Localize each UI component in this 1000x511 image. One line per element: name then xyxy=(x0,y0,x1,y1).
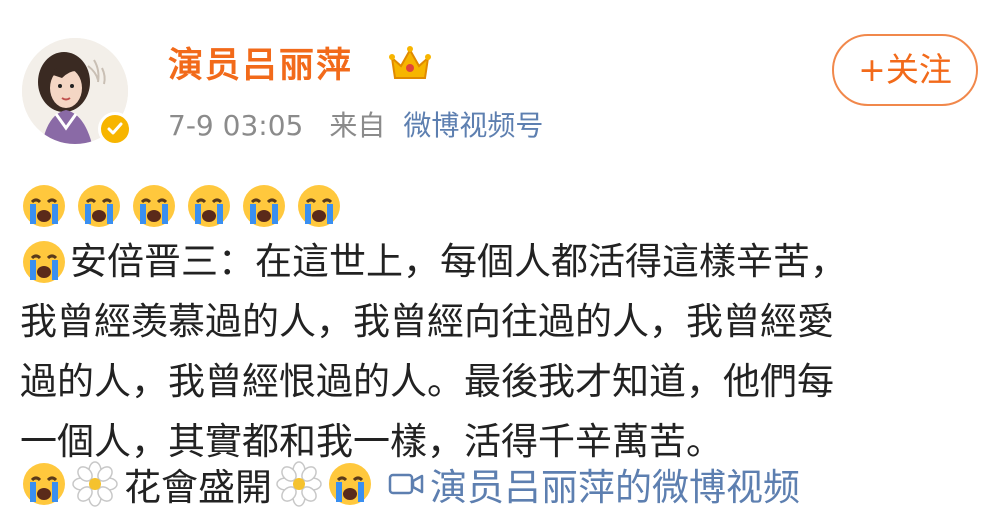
crown-icon xyxy=(389,46,431,79)
post-meta: 7-9 03:05 来自 微博视频号 xyxy=(168,106,543,146)
follow-button[interactable]: +关注 xyxy=(832,34,978,106)
post-timestamp: 7-9 03:05 xyxy=(168,109,304,142)
crying-face-icon xyxy=(243,185,285,227)
video-link-label: 演员吕丽萍的微博视频 xyxy=(430,466,800,509)
verified-badge-icon xyxy=(98,112,132,146)
white-flower-icon xyxy=(72,461,118,507)
source-prefix: 来自 xyxy=(329,109,386,142)
crying-face-icon xyxy=(23,185,65,227)
tag-text: 花會盛開 xyxy=(124,466,272,509)
user-name[interactable]: 演员吕丽萍 xyxy=(168,42,353,90)
post-line: 過的人，我曾經恨過的人。最後我才知道，他們每 xyxy=(20,360,834,403)
crying-face-icon xyxy=(23,241,65,283)
source-link[interactable]: 微博视频号 xyxy=(403,109,543,142)
video-link[interactable]: 演员吕丽萍的微博视频 xyxy=(388,457,800,511)
crying-face-icon xyxy=(23,463,65,505)
crying-face-icon xyxy=(78,185,120,227)
crying-face-icon xyxy=(188,185,230,227)
post-line-text: 安倍晋三：在這世上，每個人都活得這樣辛苦， xyxy=(70,240,847,283)
crying-face-icon xyxy=(133,185,175,227)
crying-face-icon xyxy=(329,463,371,505)
post-line: 安倍晋三：在這世上，每個人都活得這樣辛苦， xyxy=(20,232,980,292)
post-line: 我曾經羡慕過的人，我曾經向往過的人，我曾經愛 xyxy=(20,300,834,343)
video-camera-icon xyxy=(388,473,424,495)
post-text: 安倍晋三：在這世上，每個人都活得這樣辛苦， 我曾經羡慕過的人，我曾經向往過的人，… xyxy=(20,232,980,472)
white-flower-icon xyxy=(276,461,322,507)
bottom-row: 花會盛開 演员吕丽萍的微博视频 xyxy=(20,457,800,511)
crying-face-icon xyxy=(298,185,340,227)
emoji-row xyxy=(20,182,343,230)
